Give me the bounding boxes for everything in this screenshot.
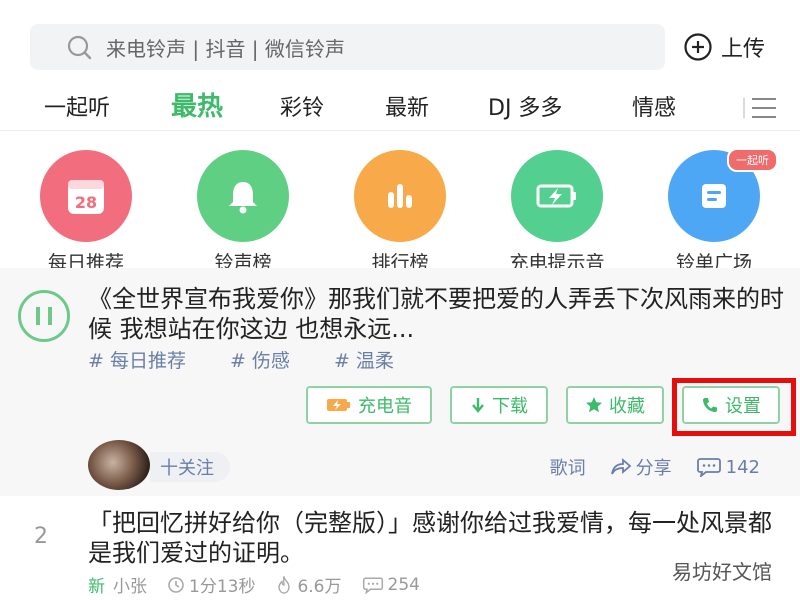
charge-sound-button[interactable]: 充电音 — [306, 386, 432, 424]
phone-icon — [703, 398, 717, 412]
comment-icon — [362, 576, 383, 594]
tab-qinggan[interactable]: 情感 — [632, 90, 676, 122]
tab-zuire[interactable]: 最热 — [171, 86, 223, 123]
charge-icon — [327, 399, 350, 411]
tab-zuixin[interactable]: 最新 — [385, 90, 429, 122]
category-tabs: 一起听 最热 彩铃 最新 DJ 多多 情感 — [0, 84, 800, 128]
category-playlist-square[interactable]: 一起听 铃单广场 — [649, 148, 779, 275]
download-label: 下载 — [492, 396, 528, 417]
watermark: 易坊好文馆 — [668, 554, 776, 587]
search-row: 来电铃声 | 抖音 | 微信铃声 上传 — [30, 22, 790, 72]
flame-icon — [278, 575, 291, 594]
song-tags: # 每日推荐 # 伤感 # 温柔 — [88, 346, 438, 373]
set-label: 设置 — [725, 396, 761, 417]
share-label: 分享 — [635, 458, 672, 479]
tab-yiqiting[interactable]: 一起听 — [44, 90, 110, 122]
together-badge: 一起听 — [727, 148, 778, 172]
author-row: 十关注 歌词 分享 142 — [88, 440, 788, 490]
plays: 6.6万 — [275, 572, 342, 597]
upload-button[interactable]: 上传 — [683, 31, 765, 63]
comments[interactable]: 254 — [362, 575, 420, 595]
clock-icon — [168, 576, 184, 593]
lyrics-button[interactable]: 歌词 — [550, 454, 586, 480]
share-icon — [610, 458, 632, 475]
share-button[interactable]: 分享 — [610, 454, 672, 480]
song-list-item[interactable]: 2 「把回忆拼好给你（完整版）」感谢你给过我爱情，每一处风景都是我们爱过的证明。… — [0, 502, 800, 600]
avatar[interactable] — [88, 440, 150, 490]
star-icon — [586, 397, 602, 413]
duration-value: 1分13秒 — [189, 577, 256, 597]
calendar-icon: 28 — [40, 150, 132, 242]
category-ranking[interactable]: 排行榜 — [335, 150, 465, 275]
download-button[interactable]: 下载 — [450, 386, 548, 424]
comment-icon — [696, 458, 721, 477]
tag-daily[interactable]: # 每日推荐 — [88, 346, 186, 373]
upload-label: 上传 — [721, 37, 766, 62]
author-name[interactable]: 小张 — [113, 572, 147, 597]
category-daily[interactable]: 28 每日推荐 — [21, 150, 151, 275]
tag-gentle[interactable]: # 温柔 — [334, 346, 394, 373]
rank-number: 2 — [34, 524, 48, 549]
comment-count: 142 — [725, 456, 760, 478]
tab-cailing[interactable]: 彩铃 — [280, 90, 324, 122]
category-charging-sound[interactable]: 充电提示音 — [492, 150, 622, 275]
download-icon — [472, 398, 484, 413]
battery-icon — [511, 150, 603, 242]
pause-bar — [36, 307, 40, 325]
tag-sad[interactable]: # 伤感 — [230, 346, 290, 373]
favorite-button[interactable]: 收藏 — [566, 386, 664, 424]
bell-icon — [197, 150, 289, 242]
calendar-day: 28 — [75, 193, 97, 212]
song-card: 《全世界宣布我爱你》那我们就不要把爱的人弄丢下次风雨来的时候 我想站在你这边 也… — [0, 268, 800, 496]
comments-button[interactable]: 142 — [696, 457, 760, 478]
song-actions: 充电音 下载 收藏 设置 — [306, 386, 798, 424]
tab-dj[interactable]: DJ 多多 — [488, 90, 562, 122]
search-icon — [67, 35, 92, 60]
search-input[interactable]: 来电铃声 | 抖音 | 微信铃声 — [30, 24, 665, 70]
bar-chart-icon — [354, 150, 446, 242]
duration: 1分13秒 — [167, 572, 255, 597]
lyrics-label: 歌词 — [549, 458, 586, 479]
set-ringtone-button[interactable]: 设置 — [682, 386, 780, 424]
song-meta: 新 小张 1分13秒 6.6万 254 — [88, 572, 440, 598]
plays-value: 6.6万 — [297, 577, 342, 597]
new-badge: 新 — [88, 577, 105, 597]
category-icons: 28 每日推荐 铃声榜 排行榜 充电提示音 一起听 铃单广场 — [0, 148, 800, 274]
search-placeholder: 来电铃声 | 抖音 | 微信铃声 — [106, 36, 345, 61]
song-meta: 歌词 分享 142 — [526, 454, 760, 480]
category-ringtone-chart[interactable]: 铃声榜 — [178, 150, 308, 275]
pause-bar — [48, 307, 52, 325]
pause-button[interactable] — [18, 290, 70, 342]
comment-count: 254 — [387, 574, 420, 595]
charge-label: 充电音 — [358, 396, 412, 417]
plus-circle-icon — [684, 33, 712, 61]
favorite-label: 收藏 — [609, 396, 645, 417]
tabs-divider — [0, 130, 800, 131]
song-title[interactable]: 《全世界宣布我爱你》那我们就不要把爱的人弄丢下次风雨来的时候 我想站在你这边 也… — [88, 284, 788, 344]
list-icon: 一起听 — [668, 148, 778, 242]
menu-icon[interactable] — [742, 96, 778, 120]
follow-button[interactable]: 十关注 — [150, 452, 230, 482]
